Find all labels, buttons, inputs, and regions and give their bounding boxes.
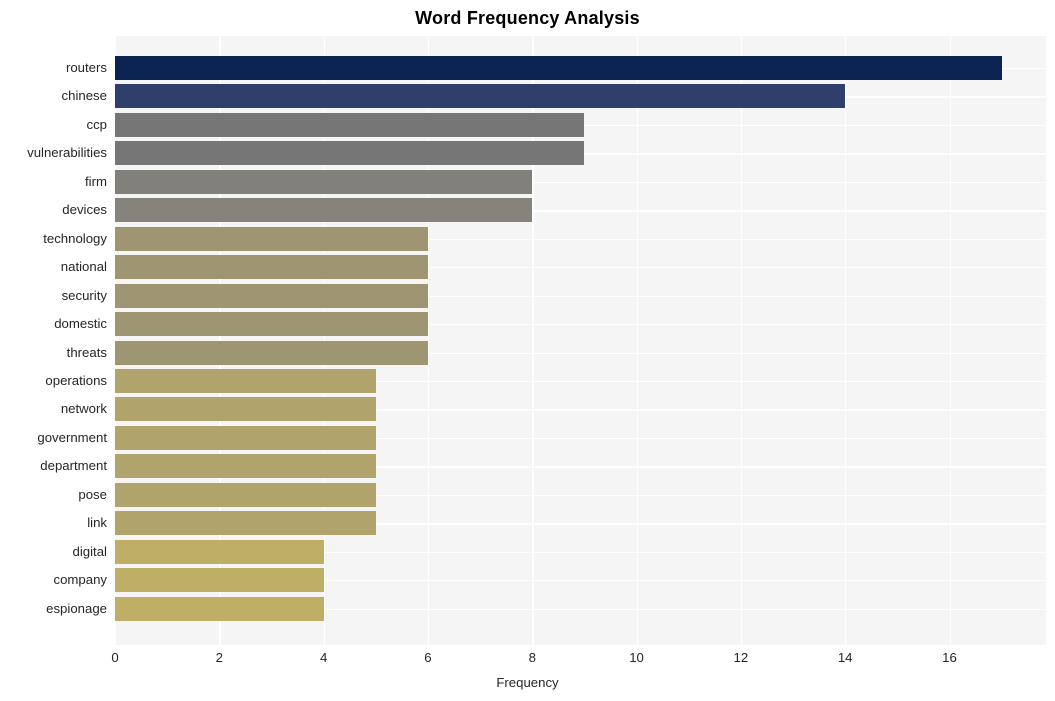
bar-routers (115, 55, 1002, 80)
x-tick-label-6: 6 (424, 650, 432, 665)
bar-domestic (115, 312, 428, 337)
bar-link (115, 511, 376, 536)
x-tick-label-4: 4 (319, 650, 328, 665)
x-gridline-14 (845, 36, 847, 645)
y-tick-label-national: national (60, 259, 107, 275)
x-tick-label-8: 8 (528, 650, 536, 665)
y-tick-label-network: network (60, 401, 107, 417)
y-tick-label-ccp: ccp (86, 116, 107, 132)
bar-operations (115, 368, 376, 393)
plot-area (115, 36, 1046, 645)
x-gridline-16 (949, 36, 951, 645)
bar-firm (115, 169, 533, 194)
y-tick-label-chinese: chinese (61, 88, 107, 104)
x-tick-label-2: 2 (215, 650, 223, 665)
y-tick-label-technology: technology (43, 230, 107, 246)
y-tick-label-espionage: espionage (46, 600, 107, 616)
bar-security (115, 283, 428, 308)
y-axis-tick-labels: routers chinese ccp vulnerabilities firm devi… (0, 36, 107, 645)
y-tick-label-security: security (61, 287, 107, 303)
bar-network (115, 397, 376, 422)
y-tick-label-firm: firm (85, 173, 107, 189)
bar-technology (115, 226, 428, 251)
y-tick-label-digital: digital (72, 543, 107, 559)
bar-espionage (115, 596, 324, 621)
x-axis-title: Frequency (496, 675, 559, 690)
bar-government (115, 425, 376, 450)
bar-chinese (115, 84, 846, 109)
bar-ccp (115, 112, 585, 137)
x-tick-label-12: 12 (733, 650, 749, 665)
word-frequency-chart: Word Frequency Analysis routers chinese cc… (0, 0, 1055, 701)
y-tick-label-link: link (87, 515, 107, 531)
y-tick-label-routers: routers (65, 59, 107, 75)
y-tick-label-threats: threats (66, 344, 107, 360)
bar-national (115, 255, 428, 280)
x-tick-label-14: 14 (837, 650, 853, 665)
bar-pose (115, 482, 376, 507)
bar-department (115, 454, 376, 479)
bar-devices (115, 198, 533, 223)
x-gridline-10 (636, 36, 638, 645)
y-tick-label-company: company (53, 572, 107, 588)
y-tick-label-government: government (37, 429, 107, 445)
y-tick-label-department: department (40, 458, 107, 474)
x-axis-tick-labels: 0 2 4 6 8 10 12 14 16 (0, 650, 1055, 670)
y-tick-label-vulnerabilities: vulnerabilities (27, 145, 107, 161)
x-tick-label-16: 16 (942, 650, 957, 665)
y-tick-label-pose: pose (78, 486, 107, 502)
bar-vulnerabilities (115, 141, 585, 166)
y-tick-label-devices: devices (62, 202, 107, 218)
bar-digital (115, 539, 324, 564)
bar-company (115, 568, 324, 593)
y-tick-label-operations: operations (45, 372, 107, 388)
x-tick-label-10: 10 (629, 650, 644, 665)
chart-title: Word Frequency Analysis (415, 8, 640, 28)
bar-threats (115, 340, 428, 365)
x-tick-label-0: 0 (111, 650, 119, 665)
x-gridline-12 (740, 36, 743, 645)
y-tick-label-domestic: domestic (54, 316, 107, 332)
